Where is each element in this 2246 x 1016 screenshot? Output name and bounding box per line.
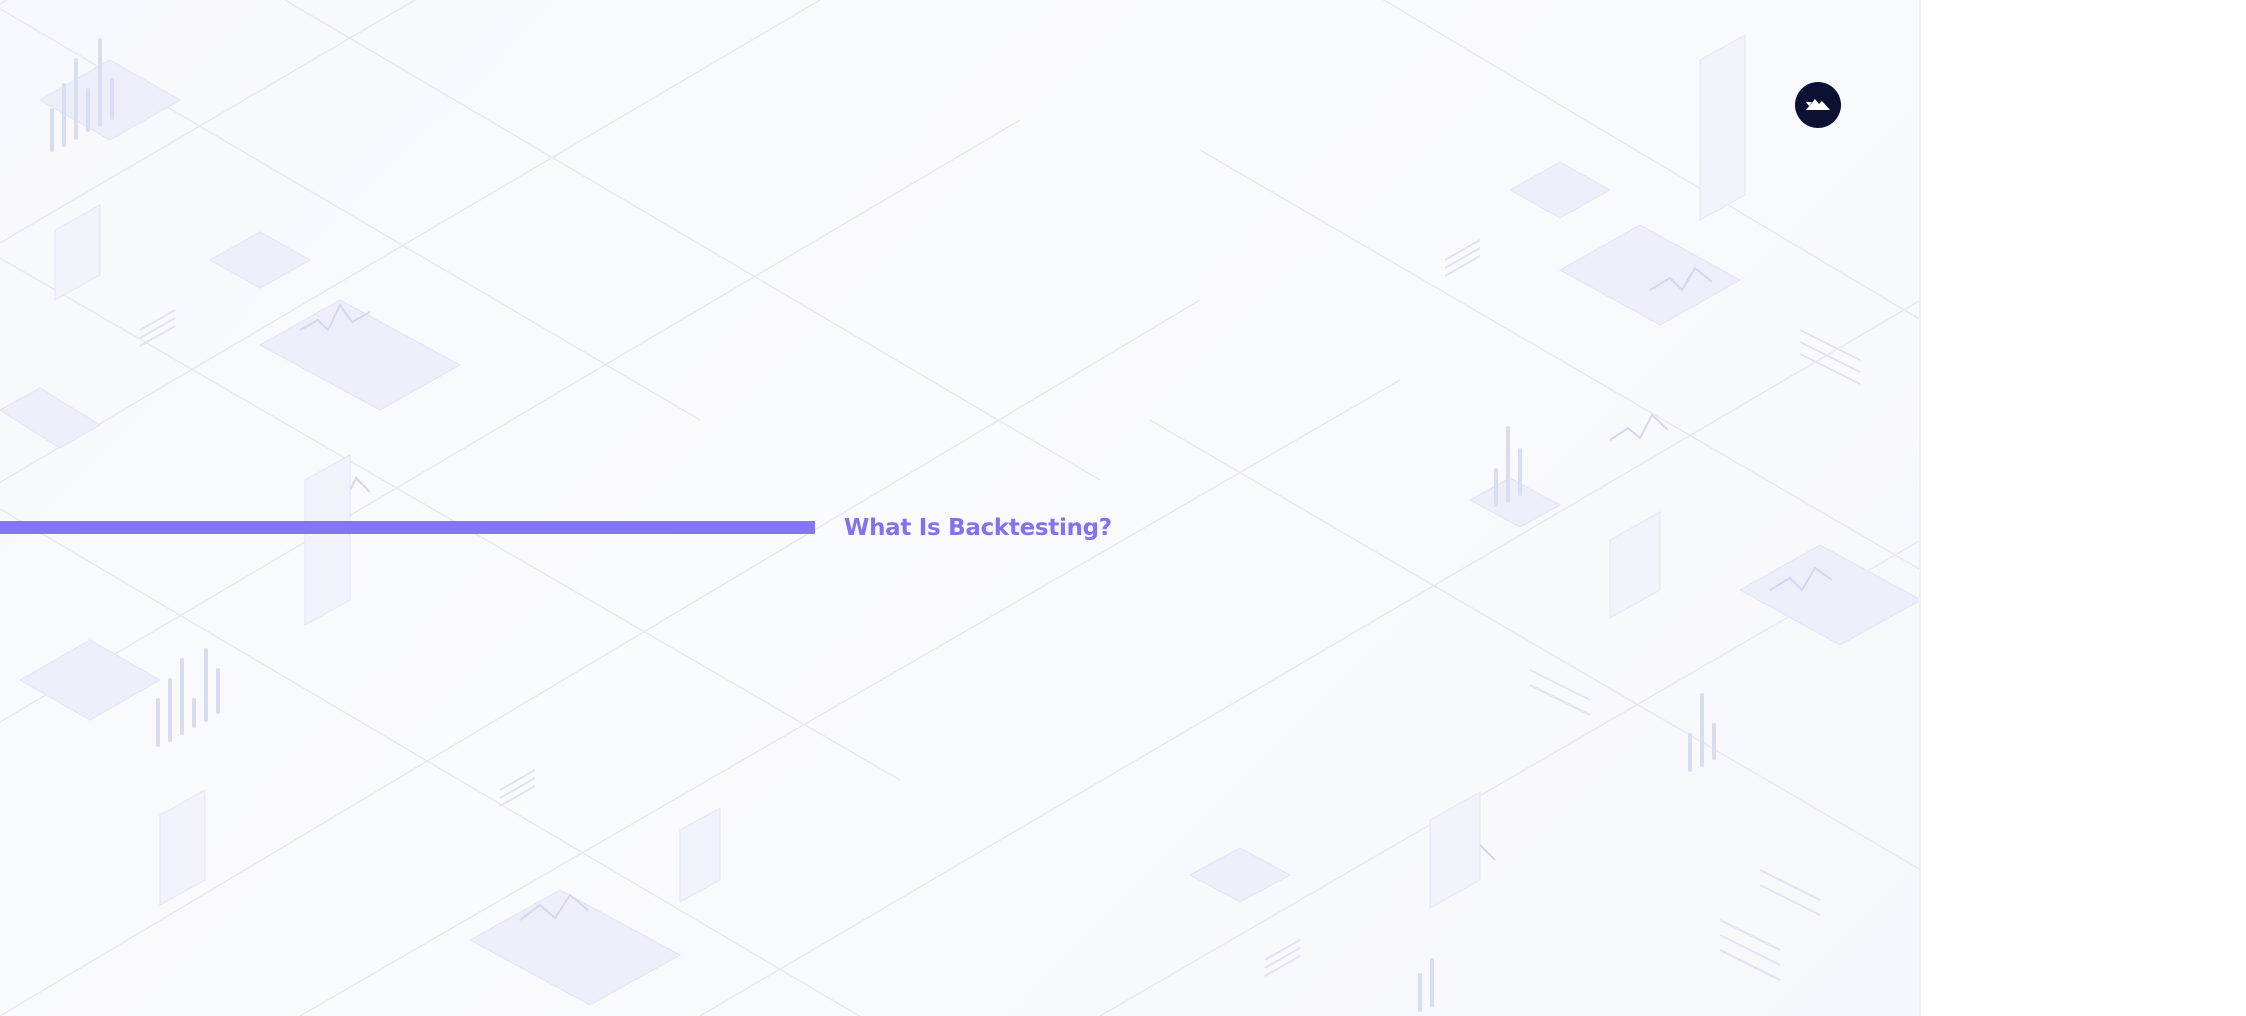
section-accent-bar — [0, 521, 815, 534]
presentation-canvas: What Is Backtesting? — [0, 0, 2246, 1016]
slide: What Is Backtesting? — [0, 0, 1921, 1016]
slide-title: What Is Backtesting? — [844, 515, 1112, 541]
isometric-background-illustration — [0, 0, 1921, 1016]
slide-border — [1919, 0, 1921, 1016]
mountain-logo-icon — [1806, 99, 1830, 110]
brand-logo — [1795, 82, 1841, 128]
